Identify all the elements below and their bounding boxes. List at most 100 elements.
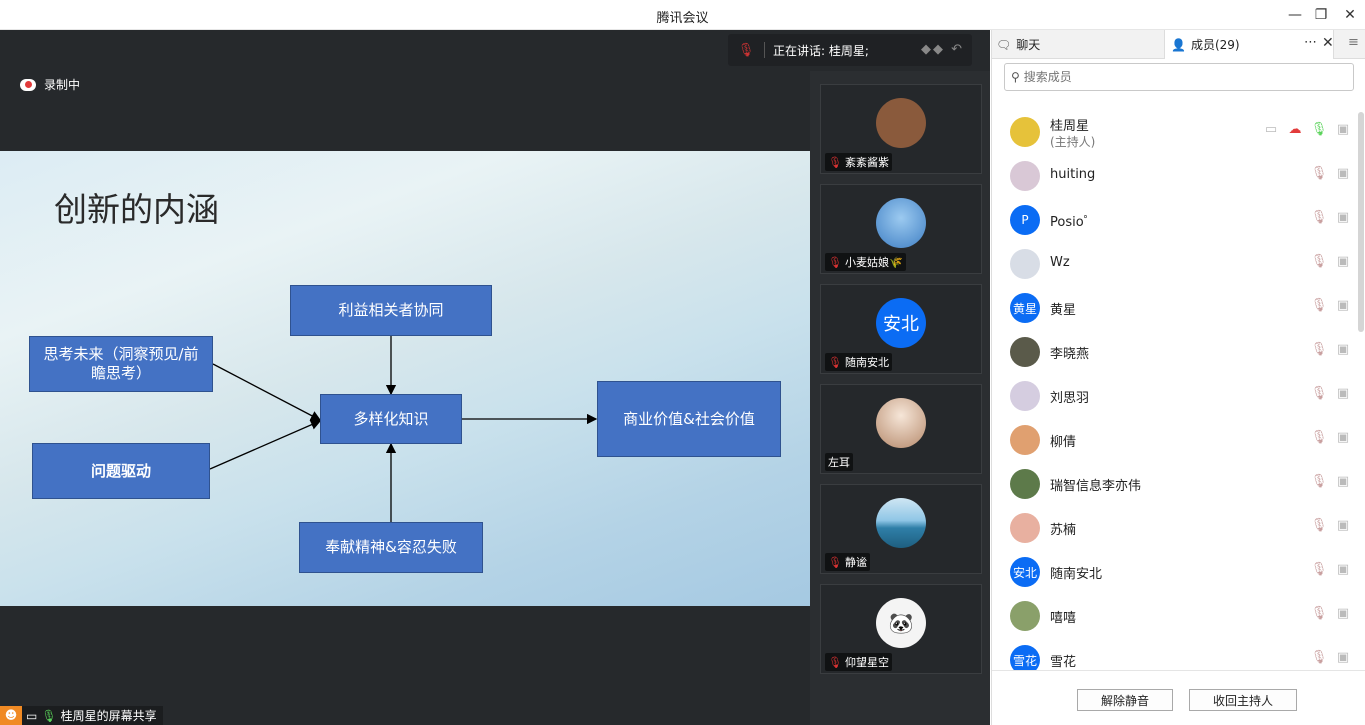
mic-muted-icon[interactable]: 🎙 [1310, 166, 1328, 184]
members-icon: 👤 [1171, 37, 1186, 52]
camera-off-icon[interactable]: ▣ [1334, 606, 1352, 624]
camera-off-icon[interactable]: ▣ [1334, 650, 1352, 668]
avatar [876, 498, 926, 548]
member-search[interactable]: ⚲ [1004, 63, 1354, 91]
title-bar: 腾讯会议 — ❐ ✕ [0, 0, 1365, 30]
arrow-future [212, 363, 322, 421]
avatar [876, 398, 926, 448]
thumbnail-label: 🎙 小麦姑娘🌾 [825, 253, 906, 271]
mic-icon[interactable]: 🎙 [1310, 122, 1328, 140]
cloud-record-icon [20, 78, 36, 91]
avatar [1010, 469, 1040, 499]
box-devotion: 奉献精神&容忍失败 [299, 522, 483, 573]
mic-muted-icon[interactable]: 🎙 [1310, 474, 1328, 492]
mic-muted-icon[interactable]: 🎙 [1310, 518, 1328, 536]
camera-off-icon[interactable]: ▣ [1334, 210, 1352, 228]
video-thumbnail[interactable]: 🎙 静谧 [820, 484, 982, 574]
panel-footer: 解除静音 收回主持人 [992, 670, 1365, 725]
member-row[interactable]: 嘻嘻 🎙 ▣ [992, 594, 1365, 638]
mic-muted-icon[interactable]: 🎙 [1310, 606, 1328, 624]
avatar [876, 198, 926, 248]
member-row[interactable]: 安北 随南安北 🎙 ▣ [992, 550, 1365, 594]
cloud-record-icon: ☁ [1288, 122, 1302, 137]
member-row[interactable]: Wz 🎙 ▣ [992, 242, 1365, 286]
member-row[interactable]: 苏楠 🎙 ▣ [992, 506, 1365, 550]
minimize-icon[interactable]: — [1285, 5, 1305, 25]
mic-muted-icon[interactable]: 🎙 [1310, 430, 1328, 448]
member-name: 瑞智信息李亦伟 [1050, 479, 1142, 494]
screen-share-bar[interactable]: ☻ ▭ 🎙 桂周星的屏幕共享 [0, 706, 163, 725]
more-options-icon[interactable]: ⋯ [1304, 35, 1317, 50]
avatar [1010, 161, 1040, 191]
avatar: 🐼 [876, 598, 926, 648]
mic-muted-icon: 🎙 [737, 42, 755, 58]
member-row[interactable]: 桂周星 (主持人) ▭ ☁ 🎙 ▣ [992, 110, 1365, 154]
camera-off-icon[interactable]: ▣ [1334, 166, 1352, 184]
close-panel-icon[interactable]: ✕ [1322, 35, 1334, 51]
thumbnail-label: 🎙 随南安北 [825, 353, 892, 371]
scrollbar[interactable] [1358, 112, 1364, 332]
camera-off-icon[interactable]: ▣ [1334, 474, 1352, 492]
avatar: 雪花 [1010, 645, 1040, 670]
mic-muted-icon: 🎙 [828, 355, 842, 369]
layout-arrows-icon[interactable]: ◆◆ ↶ [921, 42, 964, 57]
member-row[interactable]: 黄星 黄星 🎙 ▣ [992, 286, 1365, 330]
chat-icon: 🗨 [996, 37, 1012, 52]
video-thumbnail[interactable]: 🎙 小麦姑娘🌾 [820, 184, 982, 274]
member-name: 苏楠 [1050, 523, 1077, 538]
member-row[interactable]: huiting 🎙 ▣ [992, 154, 1365, 198]
participant-name: 仰望星空 [844, 656, 889, 669]
window-title: 腾讯会议 [656, 11, 709, 26]
menu-icon[interactable]: ≡ [1348, 35, 1359, 50]
camera-off-icon[interactable]: ▣ [1334, 254, 1352, 272]
unmute-all-button[interactable]: 解除静音 [1077, 689, 1173, 711]
camera-off-icon[interactable]: ▣ [1334, 518, 1352, 536]
search-input[interactable] [1023, 70, 1324, 84]
camera-off-icon[interactable]: ▣ [1334, 298, 1352, 316]
video-thumbnail[interactable]: 安北 🎙 随南安北 [820, 284, 982, 374]
mic-muted-icon[interactable]: 🎙 [1310, 298, 1328, 316]
avatar [1010, 249, 1040, 279]
thumbnail-label: 🎙 仰望星空 [825, 653, 892, 671]
member-row[interactable]: 李晓燕 🎙 ▣ [992, 330, 1365, 374]
member-row[interactable]: 刘思羽 🎙 ▣ [992, 374, 1365, 418]
mic-muted-icon[interactable]: 🎙 [1310, 254, 1328, 272]
member-name: 李晓燕 [1050, 347, 1090, 362]
member-row[interactable]: 雪花 雪花 🎙 ▣ [992, 638, 1365, 670]
speaking-indicator: 🎙 正在讲话: 桂周星; ◆◆ ↶ [728, 34, 972, 66]
box-value: 商业价值&社会价值 [597, 381, 781, 457]
mic-muted-icon: 🎙 [828, 255, 842, 269]
member-name: 柳倩 [1050, 435, 1077, 450]
video-thumbnail-strip: 🎙 紊紊酱紫 🎙 小麦姑娘🌾 安北 🎙 随南安北 左耳 🎙 静谧 🐼 🎙 仰望星空 [810, 71, 990, 725]
mic-muted-icon[interactable]: 🎙 [1310, 210, 1328, 228]
video-thumbnail[interactable]: 🎙 紊紊酱紫 [820, 84, 982, 174]
mic-muted-icon[interactable]: 🎙 [1310, 650, 1328, 668]
restore-icon[interactable]: ❐ [1311, 5, 1331, 25]
video-thumbnail[interactable]: 左耳 [820, 384, 982, 474]
camera-off-icon[interactable]: ▣ [1334, 386, 1352, 404]
member-row[interactable]: 柳倩 🎙 ▣ [992, 418, 1365, 462]
mic-muted-icon[interactable]: 🎙 [1310, 562, 1328, 580]
tab-chat[interactable]: 🗨 聊天 [996, 30, 1164, 59]
member-row[interactable]: P Posio゜ 🎙 ▣ [992, 198, 1365, 242]
mic-muted-icon[interactable]: 🎙 [1310, 386, 1328, 404]
mic-muted-icon[interactable]: 🎙 [1310, 342, 1328, 360]
camera-off-icon[interactable]: ▣ [1334, 342, 1352, 360]
camera-off-icon[interactable]: ▣ [1334, 122, 1352, 140]
arrow-problem [209, 419, 322, 470]
panel-tabs: 🗨 聊天 👤 成员(29) ⋯ ✕ ≡ [992, 30, 1365, 59]
camera-off-icon[interactable]: ▣ [1334, 562, 1352, 580]
participant-name: 紊紊酱紫 [844, 156, 889, 169]
avatar [1010, 337, 1040, 367]
camera-off-icon[interactable]: ▣ [1334, 430, 1352, 448]
reclaim-host-button[interactable]: 收回主持人 [1189, 689, 1297, 711]
member-role: (主持人) [1050, 135, 1096, 149]
box-knowledge: 多样化知识 [320, 394, 462, 444]
member-name: 随南安北 [1050, 567, 1103, 582]
close-window-icon[interactable]: ✕ [1340, 5, 1360, 25]
participant-name: 小麦姑娘🌾 [844, 256, 903, 269]
member-row[interactable]: 瑞智信息李亦伟 🎙 ▣ [992, 462, 1365, 506]
member-name: 黄星 [1050, 303, 1077, 318]
member-list: 桂周星 (主持人) ▭ ☁ 🎙 ▣ huiting 🎙 ▣ P Posio゜ 🎙 ▣ Wz 🎙 ▣ 黄星 黄星 🎙 ▣… [992, 110, 1365, 670]
video-thumbnail[interactable]: 🐼 🎙 仰望星空 [820, 584, 982, 674]
